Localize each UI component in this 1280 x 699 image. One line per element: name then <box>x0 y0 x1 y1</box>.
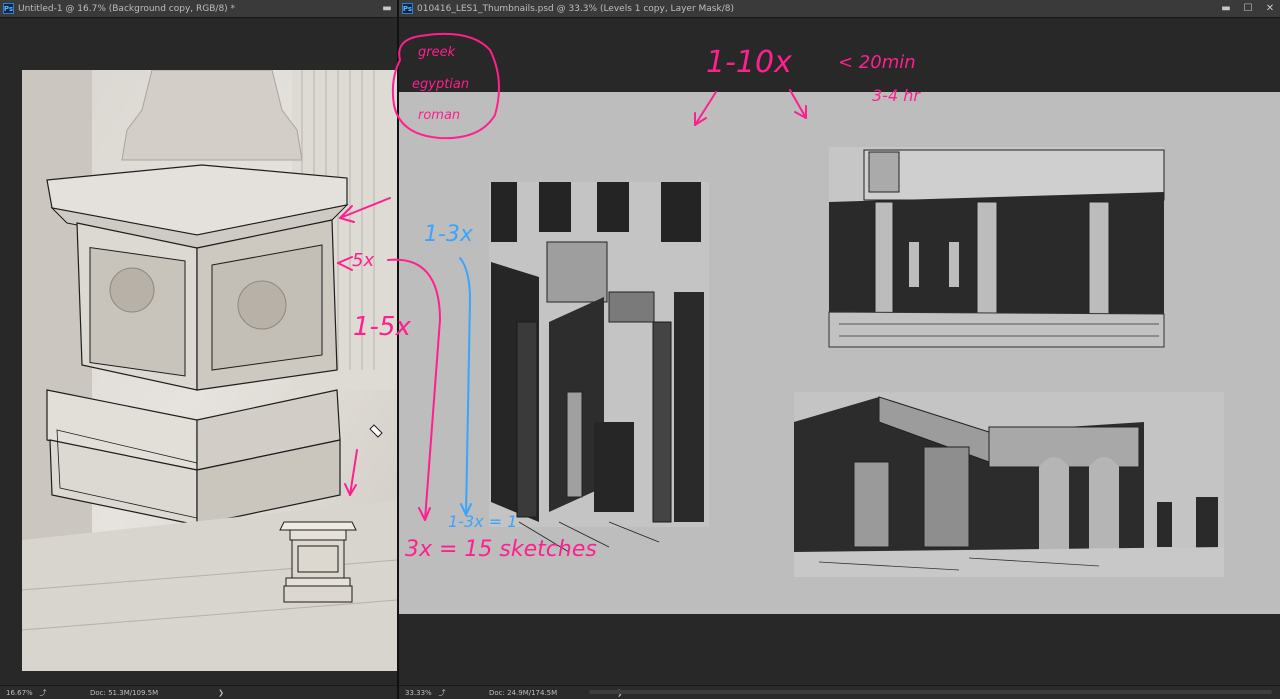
annotation-one-three-x: 1-3x <box>424 222 473 247</box>
right-status-bar: 33.33% ⤴ Doc: 24.9M/174.5M ❯ <box>399 685 1280 699</box>
thumbnail-sketches <box>399 92 1280 614</box>
sketch-thumbnail-1 <box>489 182 709 553</box>
right-title-bar[interactable]: Ps 010416_LES1_Thumbnails.psd @ 33.3% (L… <box>399 0 1280 18</box>
right-document-window: Ps 010416_LES1_Thumbnails.psd @ 33.3% (L… <box>399 0 1280 699</box>
left-canvas-area[interactable] <box>0 18 397 686</box>
export-icon[interactable]: ⤴ <box>435 688 449 698</box>
annotation-circle-line-3: roman <box>418 108 461 123</box>
export-icon[interactable]: ⤴ <box>36 688 50 698</box>
minimize-icon[interactable]: ▬ <box>1220 3 1232 14</box>
right-window-title: 010416_LES1_Thumbnails.psd @ 33.3% (Leve… <box>417 3 734 14</box>
zoom-level[interactable]: 16.67% <box>6 689 36 697</box>
annotation-three-four-hr: 3-4 hr <box>872 86 920 105</box>
pedestal-photo <box>22 70 397 671</box>
left-window-title: Untitled-1 @ 16.7% (Background copy, RGB… <box>18 3 236 14</box>
status-menu-arrow[interactable]: ❯ <box>218 689 224 697</box>
annotation-circle-line-2: egyptian <box>412 77 470 92</box>
photoshop-icon: Ps <box>402 3 413 14</box>
left-status-bar: 16.67% ⤴ Doc: 51.3M/109.5M ❯ <box>0 685 397 699</box>
close-icon[interactable]: ✕ <box>1264 3 1276 14</box>
horizontal-scrollbar[interactable] <box>589 690 1272 694</box>
left-title-bar[interactable]: Ps Untitled-1 @ 16.7% (Background copy, … <box>0 0 397 18</box>
photoshop-icon: Ps <box>3 3 14 14</box>
annotation-three-x-eq: 3x = 15 sketches <box>405 537 597 562</box>
doc-size: Doc: 24.9M/174.5M <box>489 688 558 697</box>
thumbnails-canvas[interactable] <box>399 92 1280 614</box>
doc-size: Doc: 51.3M/109.5M <box>90 688 159 697</box>
maximize-icon[interactable]: ☐ <box>1242 3 1254 14</box>
reference-photo-canvas[interactable] <box>22 70 397 671</box>
sketch-thumbnail-2 <box>828 147 1165 348</box>
right-canvas-area[interactable] <box>399 18 1280 686</box>
zoom-level[interactable]: 33.33% <box>405 689 435 697</box>
annotation-one-five-x: 1-5x <box>353 312 411 342</box>
sketch-thumbnail-3 <box>794 392 1224 577</box>
annotation-lt-20min: < 20min <box>838 52 916 73</box>
annotation-circle-line-1: greek <box>418 45 456 60</box>
annotation-one-three-x-eq: 1-3x = 1 <box>448 512 518 531</box>
minimize-icon[interactable]: ▬ <box>381 3 393 14</box>
left-document-window: Ps Untitled-1 @ 16.7% (Background copy, … <box>0 0 397 699</box>
annotation-one-ten-x: 1-10x <box>706 45 792 80</box>
annotation-five-x: 5x <box>352 250 375 271</box>
